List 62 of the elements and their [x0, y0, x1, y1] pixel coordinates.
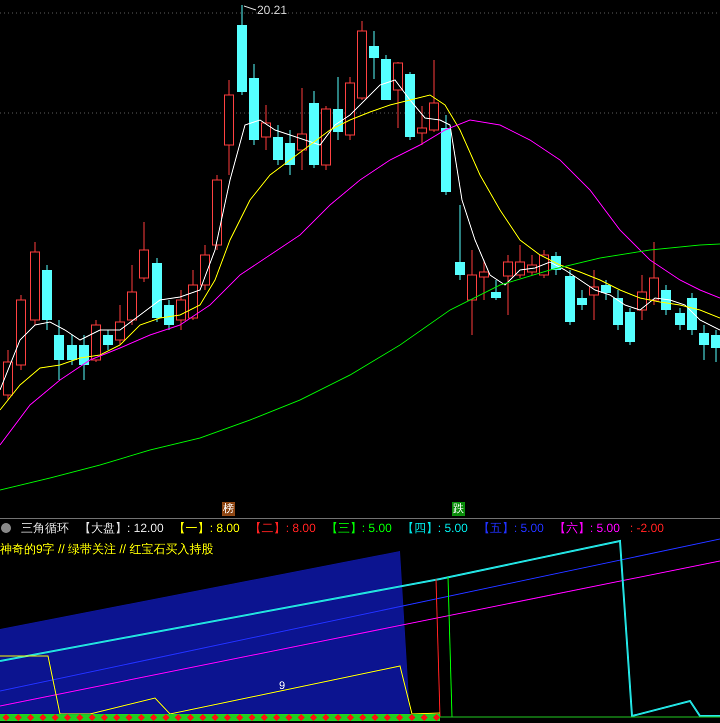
- candlestick: [479, 260, 489, 300]
- candlestick: [115, 304, 125, 346]
- candlestick: [625, 308, 635, 346]
- candlestick: [601, 280, 611, 300]
- candlestick: [164, 300, 174, 330]
- candlestick: [551, 252, 561, 276]
- candlestick: [369, 30, 379, 80]
- settings-icon[interactable]: [1, 523, 11, 533]
- candlestick: [675, 308, 685, 330]
- candlestick: [515, 244, 525, 278]
- chart-label: 9: [279, 680, 286, 692]
- indicator-value: 【二】: 8.00: [250, 520, 316, 537]
- candlestick: [91, 320, 101, 362]
- candlestick: [285, 130, 295, 176]
- price-label: 20.21: [257, 3, 288, 17]
- indicator-value: 【五】: 5.00: [478, 520, 544, 537]
- candlestick: [321, 106, 331, 170]
- candlestick: [127, 264, 137, 326]
- candlestick: [565, 270, 575, 326]
- candlestick: [42, 264, 52, 330]
- candlestick: [79, 334, 89, 380]
- indicator-value: 【三】: 5.00: [326, 520, 392, 537]
- candlestick: [503, 254, 513, 316]
- indicator-value: 【大盘】: 12.00: [79, 520, 164, 537]
- candlestick: [381, 54, 391, 100]
- candlestick: [3, 350, 13, 400]
- indicator-subtitle: 神奇的9字 // 绿带关注 // 红宝石买入持股: [0, 541, 214, 558]
- candlestick: [539, 250, 549, 278]
- candlestick: [687, 292, 697, 336]
- candlestick: [139, 222, 149, 282]
- candlestick: [261, 104, 271, 150]
- candlestick: [103, 330, 113, 350]
- candlestick: [176, 290, 186, 330]
- candlestick: [711, 330, 720, 362]
- candlestick: [527, 254, 537, 276]
- candlestick: [152, 258, 162, 322]
- candlestick: [393, 62, 403, 128]
- candlestick: [67, 334, 77, 366]
- indicator-value: : -2.00: [630, 520, 664, 537]
- candlestick: [637, 274, 647, 320]
- candlestick: [333, 76, 343, 140]
- leader-line: [244, 6, 256, 10]
- candlestick: [699, 324, 709, 360]
- candlestick: [345, 76, 355, 140]
- candlestick: [649, 242, 659, 306]
- candlestick: [200, 244, 210, 290]
- indicator-value: 【六】: 5.00: [554, 520, 620, 537]
- candlestick: [577, 290, 587, 310]
- indicator-value: 【四】: 5.00: [402, 520, 468, 537]
- candlestick: [589, 270, 599, 320]
- candlestick: [491, 280, 501, 300]
- candlestick: [417, 106, 427, 146]
- signal-marker: 榜: [222, 502, 235, 516]
- indicator-name: 三角循环: [21, 520, 69, 537]
- candlestick: [54, 320, 64, 380]
- candlestick: [613, 290, 623, 330]
- candlestick: [661, 284, 671, 316]
- candlestick: [273, 124, 283, 166]
- candlestick: [405, 72, 415, 140]
- signal-marker: 跌: [452, 502, 465, 516]
- indicator-value: 【一】: 8.00: [174, 520, 240, 537]
- candlestick: [188, 270, 198, 320]
